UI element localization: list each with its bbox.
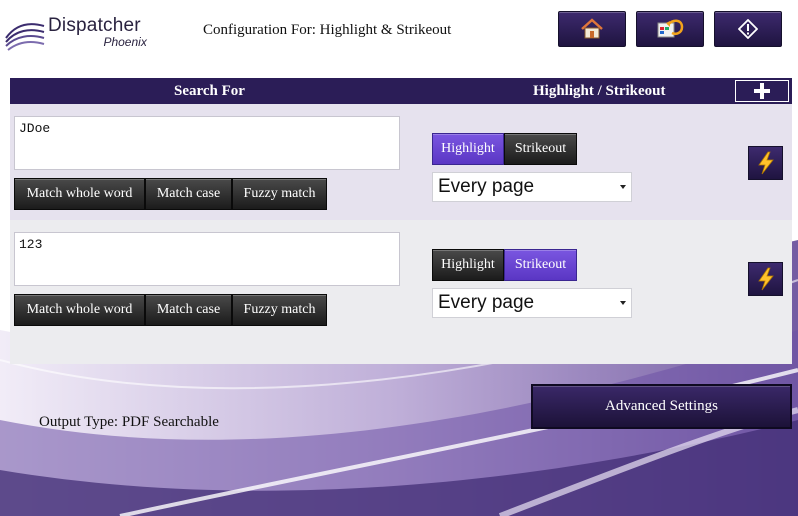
highlight-button[interactable]: Highlight xyxy=(432,249,504,281)
fuzzy-match-button[interactable]: Fuzzy match xyxy=(232,294,327,326)
strikeout-button[interactable]: Strikeout xyxy=(504,249,577,281)
table-row: Match whole word Match case Fuzzy match … xyxy=(10,220,792,364)
home-button[interactable] xyxy=(558,11,626,47)
fuzzy-match-button[interactable]: Fuzzy match xyxy=(232,178,327,210)
app-logo: Dispatcher Phoenix xyxy=(4,14,154,54)
diamond-info-icon xyxy=(738,19,758,39)
page-range-value: Every page xyxy=(438,176,535,197)
chevron-down-icon xyxy=(620,301,626,305)
column-header-mode: Highlight / Strikeout xyxy=(533,83,666,99)
table-header: Search For Highlight / Strikeout xyxy=(10,78,792,104)
table-row: Match whole word Match case Fuzzy match … xyxy=(10,104,792,220)
lightning-bolt-icon xyxy=(757,267,774,291)
strikeout-button[interactable]: Strikeout xyxy=(504,133,577,165)
mode-toggle: Highlight Strikeout xyxy=(432,249,577,281)
match-case-button[interactable]: Match case xyxy=(145,178,232,210)
advanced-settings-button[interactable]: Advanced Settings xyxy=(531,384,792,429)
plus-icon xyxy=(754,83,770,99)
apply-button[interactable] xyxy=(748,262,783,296)
chevron-down-icon xyxy=(620,185,626,189)
app-name: Dispatcher xyxy=(48,15,141,36)
column-header-search: Search For xyxy=(174,83,245,99)
apply-button[interactable] xyxy=(748,146,783,180)
output-type-label: Output Type: PDF Searchable xyxy=(39,414,219,430)
match-whole-word-button[interactable]: Match whole word xyxy=(14,178,145,210)
page-range-select[interactable]: Every page xyxy=(432,172,632,202)
app-subname: Phoenix xyxy=(103,35,147,49)
home-icon xyxy=(581,18,603,39)
search-input[interactable] xyxy=(14,116,400,170)
match-options: Match whole word Match case Fuzzy match xyxy=(14,178,327,210)
highlight-button[interactable]: Highlight xyxy=(432,133,504,165)
match-options: Match whole word Match case Fuzzy match xyxy=(14,294,327,326)
info-button[interactable] xyxy=(714,11,782,47)
add-row-button[interactable] xyxy=(735,80,789,102)
mode-toggle: Highlight Strikeout xyxy=(432,133,577,165)
page-range-value: Every page xyxy=(438,292,535,313)
match-case-button[interactable]: Match case xyxy=(145,294,232,326)
page-title: Configuration For: Highlight & Strikeout xyxy=(203,22,452,38)
undo-settings-icon xyxy=(657,19,684,38)
lightning-bolt-icon xyxy=(757,151,774,175)
search-input[interactable] xyxy=(14,232,400,286)
page-range-select[interactable]: Every page xyxy=(432,288,632,318)
match-whole-word-button[interactable]: Match whole word xyxy=(14,294,145,326)
logo-mark-icon xyxy=(5,23,45,51)
undo-settings-button[interactable] xyxy=(636,11,704,47)
